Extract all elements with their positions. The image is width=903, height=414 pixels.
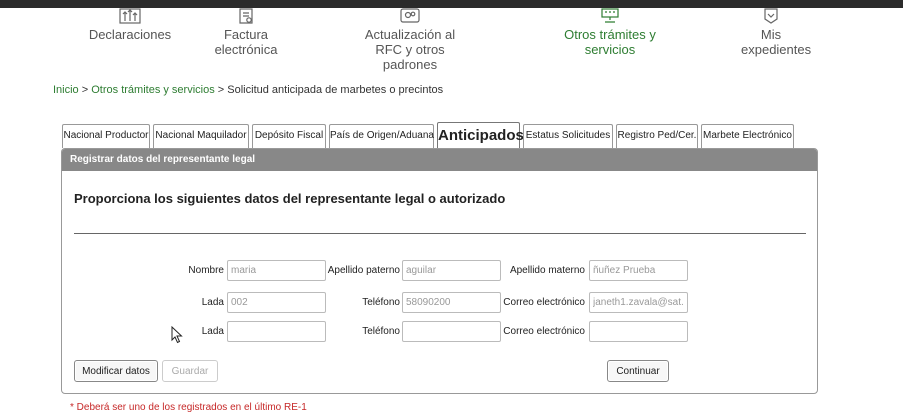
apellido-paterno-label: Apellido paterno <box>327 265 400 276</box>
telefono-field[interactable] <box>402 292 501 313</box>
correo-label: Correo electrónico <box>503 297 585 308</box>
apellido-materno-label: Apellido materno <box>509 265 585 276</box>
nav-item-factura[interactable]: Factura electrónica <box>200 8 292 57</box>
apellido-materno-field[interactable] <box>589 260 688 281</box>
tab-nacional-productor[interactable]: Nacional Productor <box>62 124 150 148</box>
continuar-button[interactable]: Continuar <box>607 360 669 382</box>
declaraciones-icon <box>119 8 141 24</box>
tab-deposito-fiscal[interactable]: Depósito Fiscal <box>252 124 326 148</box>
apellido-paterno-field[interactable] <box>402 260 501 281</box>
breadcrumb-current: Solicitud anticipada de marbetes o preci… <box>227 84 444 96</box>
representante-panel: Registrar datos del representante legal … <box>61 148 818 394</box>
mouse-pointer-icon <box>171 326 183 344</box>
lada-label: Lada <box>201 297 224 308</box>
main-nav: Declaraciones Factura electrónica Actual… <box>0 8 903 72</box>
nav-label-factura: Factura electrónica <box>214 27 278 57</box>
telefono-2-label: Teléfono <box>362 326 400 337</box>
breadcrumb-separator: > <box>217 84 225 96</box>
correo-2-field[interactable] <box>589 321 688 342</box>
expedientes-icon <box>764 8 778 24</box>
telefono-2-field[interactable] <box>402 321 501 342</box>
breadcrumb-home-link[interactable]: Inicio <box>53 84 79 96</box>
top-bar <box>0 0 903 8</box>
telefono-label: Teléfono <box>362 297 400 308</box>
tab-pais-origen-aduana[interactable]: País de Origen/Aduana <box>329 124 434 148</box>
correo-field[interactable] <box>589 292 688 313</box>
tab-nacional-maquilador[interactable]: Nacional Maquilador <box>153 124 249 148</box>
nav-item-declaraciones[interactable]: Declaraciones <box>80 8 180 42</box>
tab-anticipados[interactable]: Anticipados <box>437 122 524 148</box>
breadcrumb-section-link[interactable]: Otros trámites y servicios <box>91 84 214 96</box>
nav-label-tramites: Otros trámites y servicios <box>564 27 656 57</box>
modificar-datos-button[interactable]: Modificar datos <box>74 360 158 382</box>
divider <box>74 233 806 234</box>
panel-header: Registrar datos del representante legal <box>62 149 817 171</box>
nombre-label: Nombre <box>188 265 224 276</box>
tab-marbete-electronico[interactable]: Marbete Electrónico <box>701 124 794 148</box>
tramites-icon <box>601 8 619 23</box>
panel-title: Proporciona los siguientes datos del rep… <box>74 191 506 206</box>
breadcrumb-separator: > <box>81 84 89 96</box>
nav-item-expedientes[interactable]: Mis expedientes <box>730 8 812 57</box>
factura-icon <box>239 8 253 24</box>
tab-registro-ped-cer[interactable]: Registro Ped/Cer. <box>616 124 698 148</box>
nav-item-rfc[interactable]: Actualización al RFC y otros padrones <box>340 8 480 72</box>
nav-label-declaraciones: Declaraciones <box>88 27 172 42</box>
guardar-button[interactable]: Guardar <box>162 360 218 382</box>
nav-label-rfc: Actualización al RFC y otros padrones <box>364 27 456 72</box>
tab-estatus-solicitudes[interactable]: Estatus Solicitudes <box>523 124 613 148</box>
nav-item-tramites[interactable]: Otros trámites y servicios <box>540 8 680 57</box>
correo-2-label: Correo electrónico <box>503 326 585 337</box>
footnote: * Deberá ser uno de los registrados en e… <box>70 402 307 413</box>
breadcrumb: Inicio > Otros trámites y servicios > So… <box>53 84 443 96</box>
nav-label-expedientes: Mis expedientes <box>741 27 812 57</box>
rfc-icon <box>400 8 420 23</box>
